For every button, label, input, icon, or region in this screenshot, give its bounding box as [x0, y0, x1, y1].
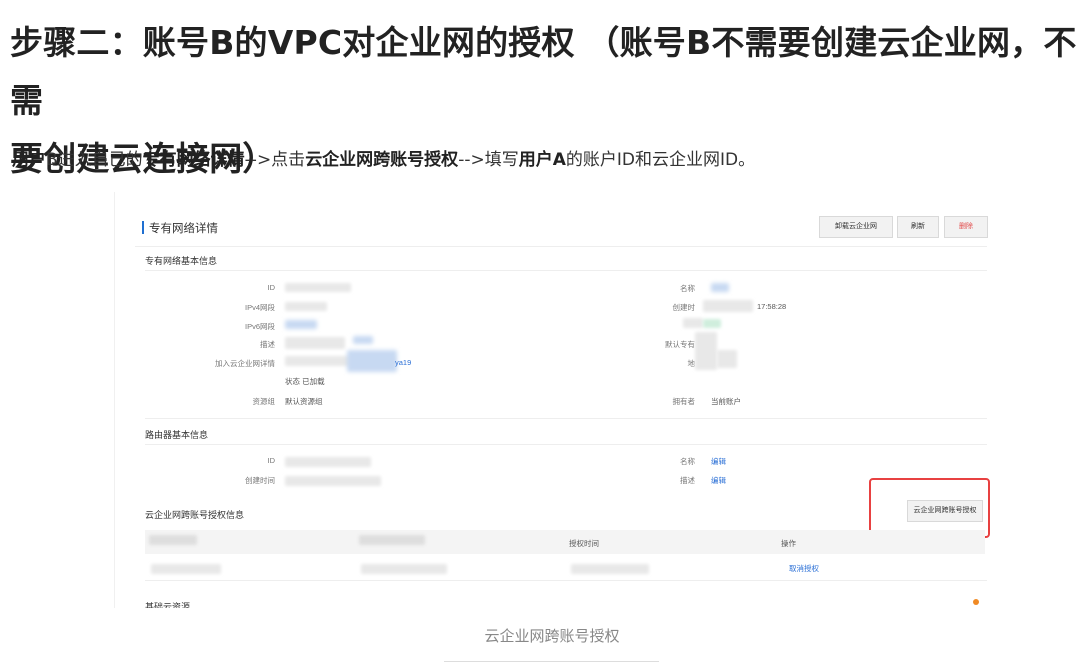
create-time-value: 17:58:28 — [757, 302, 787, 311]
redacted-value — [347, 350, 397, 372]
para-text: -->点击 — [244, 150, 306, 170]
basic-cloud-resources-title: 基础云资源 — [145, 602, 191, 608]
redacted-value — [285, 283, 351, 292]
label-router-description: 描述 — [680, 476, 695, 485]
redacted-cell — [361, 564, 447, 574]
redacted-header — [359, 535, 425, 545]
column-auth-time: 授权时间 — [569, 539, 599, 548]
redacted-cell — [571, 564, 649, 574]
redacted-value — [285, 302, 327, 311]
para-text: -->填写 — [458, 150, 519, 170]
divider — [135, 246, 987, 247]
redacted-value — [695, 332, 717, 370]
label-id: ID — [267, 283, 276, 292]
notification-dot-icon — [973, 599, 979, 605]
redacted-value — [703, 300, 753, 312]
instruction-paragraph: 用户B进入自己的专有网络详情-->点击云企业网跨账号授权-->填写用户A的账户I… — [12, 146, 1072, 174]
redacted-value — [285, 320, 317, 329]
label-router-id: ID — [267, 456, 276, 465]
vpc-basic-info-title: 专有网络基本信息 — [145, 256, 218, 266]
cen-auth-info-title: 云企业网跨账号授权信息 — [145, 510, 245, 520]
vpc-details-title: 专有网络详情 — [149, 223, 218, 235]
cen-instance-link[interactable]: ya19 — [395, 358, 411, 367]
label-name: 名称 — [680, 284, 695, 293]
cen-cross-account-auth-button[interactable]: 云企业网跨账号授权 — [907, 500, 983, 522]
heading-line-1: 步骤二：账号B的VPC对企业网的授权 （账号B不需要创建云企业网，不需 — [10, 23, 1077, 120]
column-actions: 操作 — [781, 539, 796, 548]
redacted-value — [703, 319, 721, 328]
para-bold-user-a: 用户A — [518, 150, 566, 170]
para-bold-cen-auth: 云企业网跨账号授权 — [305, 150, 459, 170]
label-ipv6: IPv6网段 — [244, 322, 275, 331]
label-default-vpc: 默认专有 — [665, 340, 695, 349]
para-text: 的账户ID和云企业网ID。 — [565, 150, 756, 170]
vpc-details-screenshot: 专有网络详情 卸载云企业网 刷新 删除 专有网络基本信息 ID IPv4网段 I… — [114, 192, 991, 608]
label-resource-group: 资源组 — [252, 397, 276, 406]
divider — [145, 580, 987, 581]
cen-status: 状态 已加载 — [285, 377, 325, 386]
redacted-value — [683, 318, 703, 328]
para-bold-vpc-details: 专有网络详情 — [142, 150, 245, 170]
redacted-header — [149, 535, 197, 545]
revoke-auth-link[interactable]: 取消授权 — [789, 563, 819, 574]
para-bold-user: 用户 — [12, 150, 46, 170]
header-accent-bar — [142, 221, 144, 234]
resource-group-value: 默认资源组 — [285, 397, 323, 406]
redacted-value — [353, 336, 373, 344]
figure-caption: 云企业网跨账号授权 — [484, 627, 620, 645]
redacted-value — [711, 283, 729, 292]
label-region: 地 — [687, 359, 696, 368]
label-router-create-time: 创建时间 — [245, 476, 275, 485]
label-owner: 拥有者 — [672, 397, 696, 406]
label-router-name: 名称 — [680, 457, 695, 466]
label-description: 描述 — [260, 340, 275, 349]
redacted-value — [285, 337, 345, 349]
edit-description-link[interactable]: 编辑 — [711, 475, 726, 486]
refresh-button[interactable]: 刷新 — [897, 216, 939, 238]
caption-underline — [444, 661, 659, 662]
redacted-value — [285, 476, 381, 486]
redacted-cell — [151, 564, 221, 574]
edit-name-link[interactable]: 编辑 — [711, 456, 726, 467]
redacted-value — [285, 457, 371, 467]
redacted-value — [717, 350, 737, 368]
divider — [145, 418, 987, 419]
label-create-time: 创建时 — [672, 303, 696, 312]
divider — [145, 270, 987, 271]
unload-cen-button[interactable]: 卸载云企业网 — [819, 216, 893, 238]
router-basic-info-title: 路由器基本信息 — [145, 430, 209, 440]
auth-table-header — [145, 530, 985, 554]
divider — [145, 444, 987, 445]
owner-value: 当前账户 — [711, 397, 741, 406]
para-text: B进入自己的 — [46, 150, 143, 170]
label-ipv4: IPv4网段 — [244, 303, 275, 312]
label-cen-details: 加入云企业网详情 — [215, 359, 275, 368]
delete-button[interactable]: 删除 — [944, 216, 988, 238]
